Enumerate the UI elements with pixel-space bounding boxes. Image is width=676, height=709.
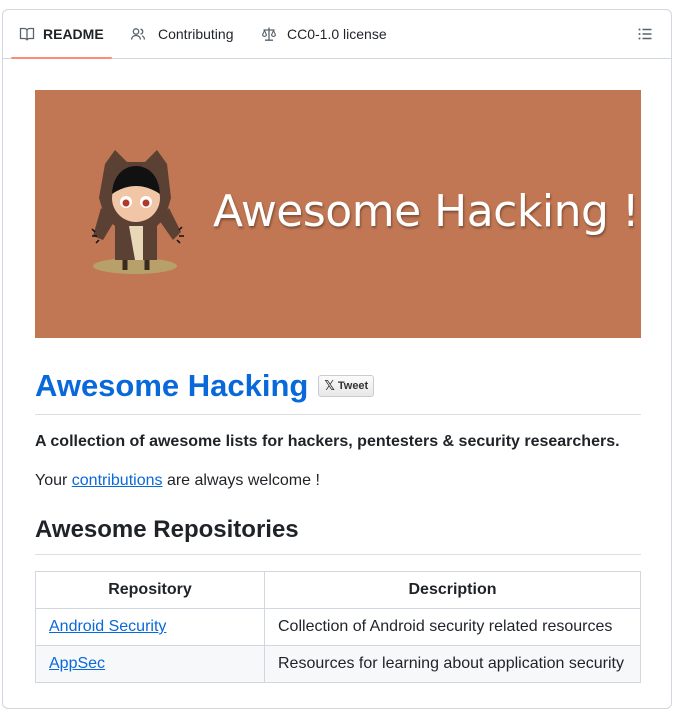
tweet-label: Tweet (337, 380, 369, 392)
table-cell-repo: AppSec (35, 645, 265, 683)
tab-readme[interactable]: README (11, 10, 112, 59)
x-logo-icon: 𝕏 (324, 378, 335, 394)
law-icon (261, 27, 277, 41)
table-cell-description: Resources for learning about application… (264, 645, 641, 683)
welcome-suffix: are always welcome ! (162, 472, 320, 489)
table-row: Android Security Collection of Android s… (35, 608, 641, 646)
welcome-prefix: Your (35, 472, 72, 489)
table-row: AppSec Resources for learning about appl… (35, 645, 641, 683)
welcome-text: Your contributions are always welcome ! (35, 472, 641, 490)
tab-contributing-label: Contributing (158, 26, 234, 42)
tweet-badge[interactable]: 𝕏 Tweet (318, 375, 375, 397)
table-cell-description: Collection of Android security related r… (264, 608, 641, 646)
octocat-hoodie-mascot (91, 150, 184, 274)
readme-content: Awesome Hacking ! Awesome Hacking 𝕏 Twee… (35, 90, 641, 683)
people-icon (130, 28, 146, 40)
table-cell-repo: Android Security (35, 608, 265, 646)
readme-heading-row: Awesome Hacking 𝕏 Tweet (35, 368, 641, 415)
readme-intro: A collection of awesome lists for hacker… (35, 433, 620, 450)
tab-license-label: CC0-1.0 license (287, 26, 387, 42)
column-header-description: Description (264, 571, 641, 609)
readme-panel: README Contributing CC0-1.0 license Awes… (2, 9, 672, 709)
tab-license[interactable]: CC0-1.0 license (261, 10, 387, 58)
book-icon (19, 27, 35, 41)
column-header-repository: Repository (35, 571, 265, 609)
readme-banner: Awesome Hacking ! (35, 90, 641, 338)
repo-link[interactable]: AppSec (49, 655, 105, 672)
contributions-link[interactable]: contributions (72, 472, 163, 489)
repositories-table: Repository Description Android Security … (35, 571, 641, 683)
repo-link[interactable]: Android Security (49, 618, 166, 635)
page-title-link[interactable]: Awesome Hacking (35, 368, 308, 404)
outline-button[interactable] (635, 24, 655, 44)
tab-contributing[interactable]: Contributing (130, 10, 234, 58)
section-heading: Awesome Repositories (35, 516, 641, 555)
tab-readme-label: README (43, 26, 104, 42)
readme-tab-bar: README Contributing CC0-1.0 license (3, 10, 671, 59)
list-unordered-icon (638, 28, 652, 40)
table-header-row: Repository Description (35, 571, 641, 609)
banner-title: Awesome Hacking ! (213, 186, 640, 237)
